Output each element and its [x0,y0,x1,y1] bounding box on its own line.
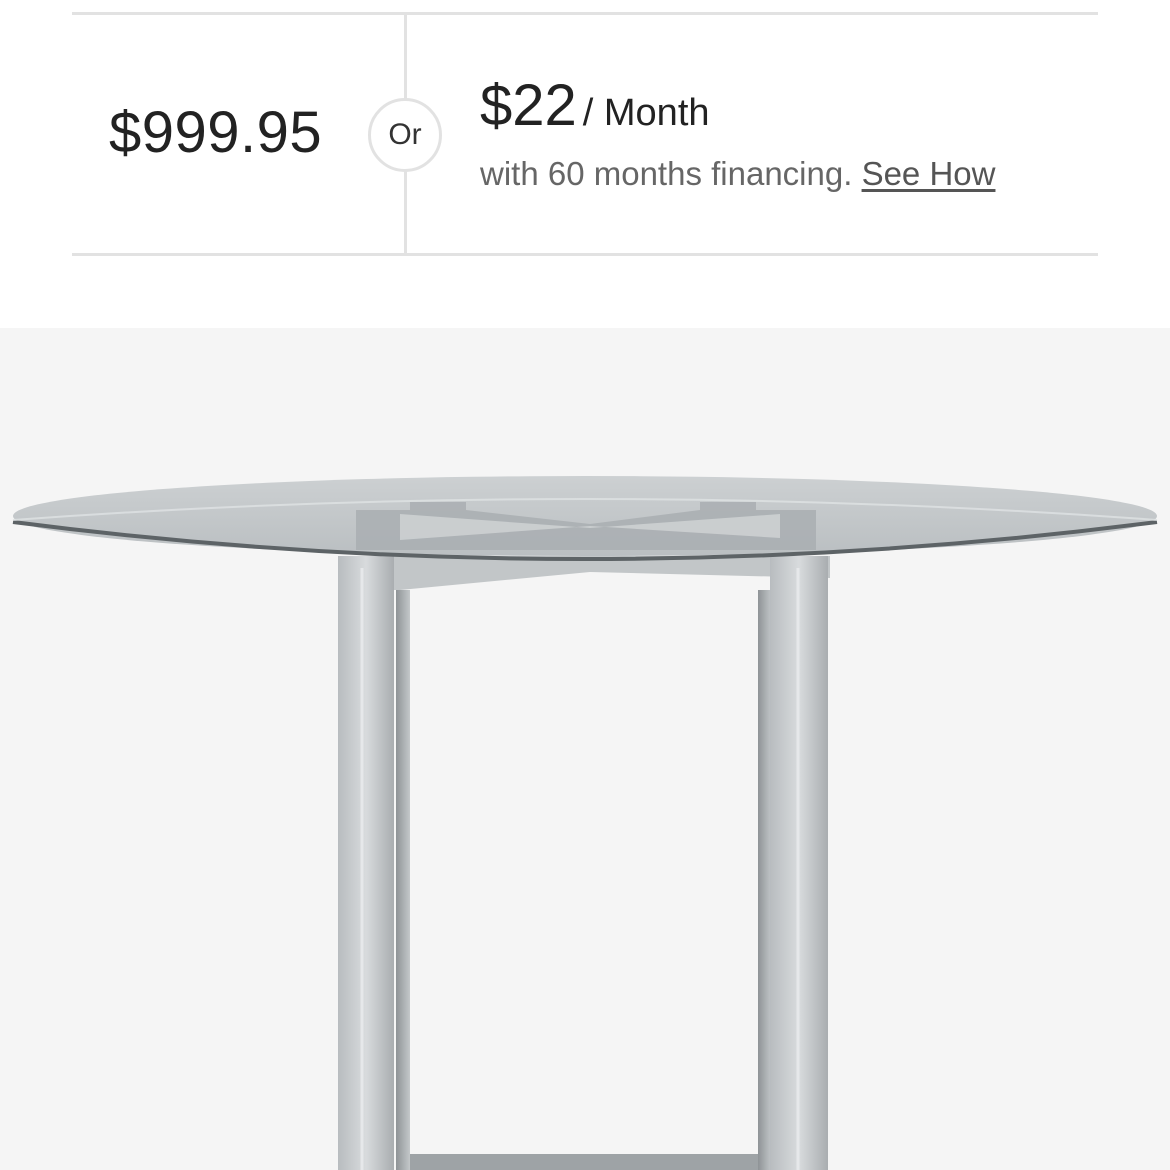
financing-info: with 60 months financing. See How [480,153,995,195]
monthly-unit: / Month [582,92,710,134]
inner-leg-left [396,590,410,1170]
full-price: $999.95 [109,100,323,165]
see-how-link[interactable]: See How [862,155,996,192]
price-panel: $999.95 Or $22/ Month with 60 months fin… [72,12,1098,256]
monthly-price: $22/ Month [480,73,710,139]
or-label: Or [388,118,422,151]
front-leg-left [338,556,394,1170]
product-image [0,328,1170,1170]
financing-text: with 60 months financing. [480,155,853,192]
product-page: $999.95 Or $22/ Month with 60 months fin… [0,0,1170,1170]
or-badge: Or [368,98,442,172]
table-apron [340,556,830,590]
monthly-amount: $22 [480,73,577,138]
glass-table-image [12,476,1158,1170]
bottom-stretcher [410,1154,758,1170]
inner-leg-right [758,590,772,1170]
